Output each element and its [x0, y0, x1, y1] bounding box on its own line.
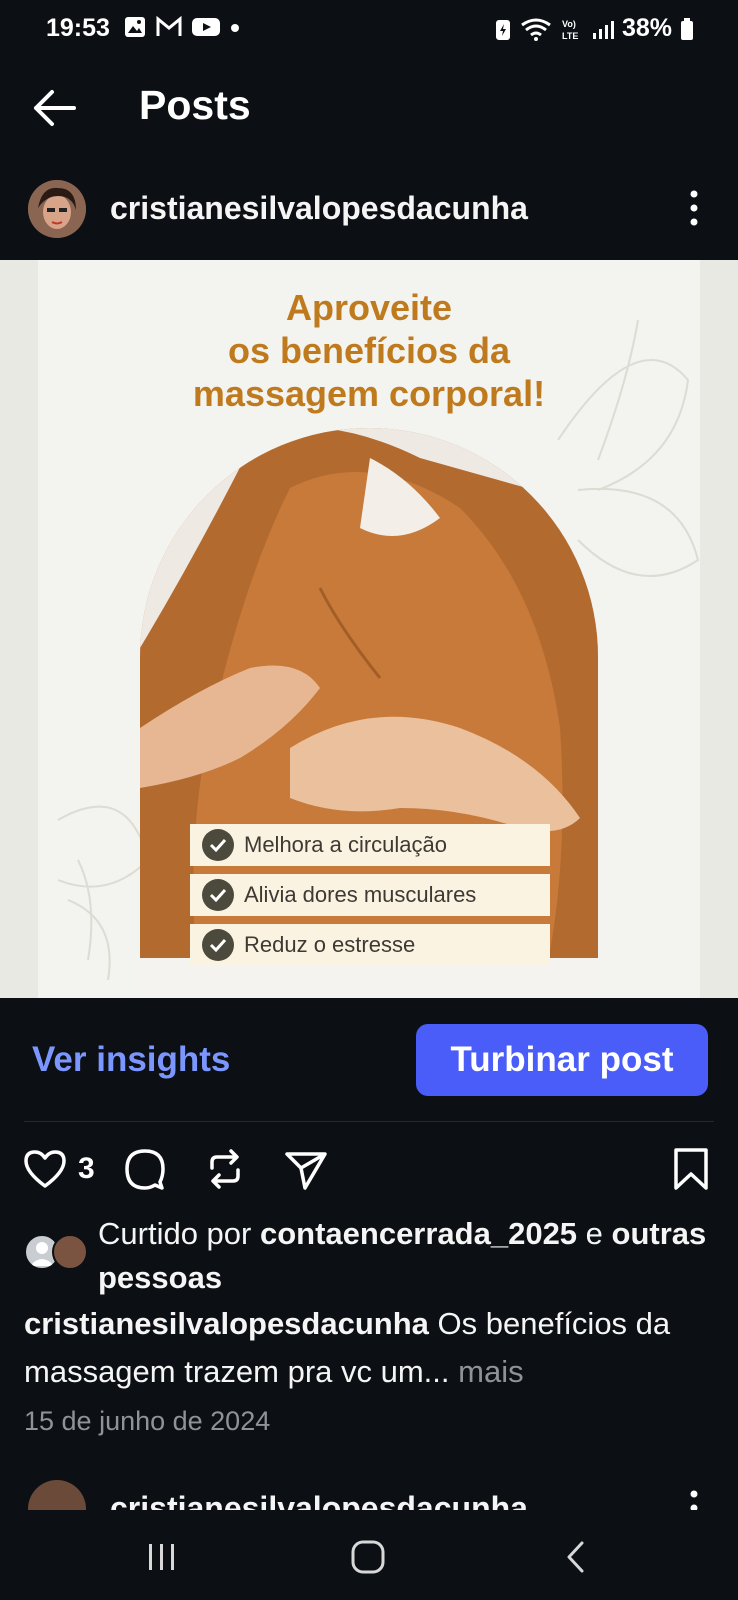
send-icon: [285, 1152, 327, 1190]
check-icon: [202, 829, 234, 861]
battery-level: 38%: [621, 14, 672, 42]
liked-by[interactable]: Curtido por contaencerrada_2025 e outras…: [24, 1212, 724, 1302]
benefit-item: Alivia dores musculares: [190, 874, 550, 916]
view-insights-link[interactable]: Ver insights: [32, 1040, 230, 1080]
next-post-header: cristianesilvalopesdacunha: [0, 1480, 738, 1510]
system-navigation-bar: [0, 1510, 738, 1600]
status-time: 19:53: [46, 14, 110, 42]
more-options-button[interactable]: [686, 1488, 702, 1510]
gmail-icon: [156, 16, 182, 36]
bookmark-icon: [674, 1148, 708, 1190]
save-button[interactable]: [668, 1146, 714, 1192]
heart-icon: [24, 1150, 66, 1188]
home-button[interactable]: [338, 1532, 398, 1582]
battery-saver-icon: [495, 19, 510, 40]
like-button[interactable]: [22, 1146, 68, 1192]
divider: [24, 1121, 714, 1122]
svg-text:LTE: LTE: [562, 31, 578, 41]
like-count[interactable]: 3: [78, 1152, 95, 1186]
home-icon: [351, 1540, 385, 1574]
battery-icon: [681, 17, 693, 40]
arrow-left-icon: [34, 90, 76, 126]
liker-username[interactable]: contaencerrada_2025: [260, 1216, 577, 1251]
image-icon: [125, 17, 145, 37]
page-title: Posts: [139, 82, 251, 128]
top-bar: Posts: [0, 70, 738, 146]
recent-apps-icon: [149, 1544, 174, 1570]
more-vertical-icon: [690, 1490, 698, 1510]
benefit-item: Melhora a circulação: [190, 824, 550, 866]
avatar[interactable]: [28, 1480, 86, 1510]
comment-button[interactable]: [122, 1146, 168, 1192]
svg-text:Vo): Vo): [562, 19, 576, 29]
dot-icon: [231, 24, 239, 32]
chevron-left-icon: [567, 1541, 584, 1573]
post-username[interactable]: cristianesilvalopesdacunha: [110, 190, 528, 227]
post-artwork: Aproveite os benefícios da massagem corp…: [38, 260, 700, 998]
post-date: 15 de junho de 2024: [24, 1406, 271, 1436]
caption-username[interactable]: cristianesilvalopesdacunha: [24, 1306, 429, 1341]
signal-icon: [592, 20, 614, 39]
share-button[interactable]: [283, 1146, 329, 1192]
next-post-username[interactable]: cristianesilvalopesdacunha: [110, 1490, 528, 1510]
caption-more-link[interactable]: mais: [458, 1354, 523, 1389]
repost-icon: [210, 1149, 240, 1189]
post-image[interactable]: Aproveite os benefícios da massagem corp…: [0, 260, 738, 998]
boost-post-button[interactable]: Turbinar post: [416, 1024, 708, 1096]
back-button[interactable]: [30, 86, 78, 130]
repost-button[interactable]: [202, 1146, 248, 1192]
more-options-button[interactable]: [686, 188, 702, 228]
post-caption: cristianesilvalopesdacunha Os benefícios…: [24, 1300, 724, 1396]
more-vertical-icon: [690, 190, 698, 226]
avatar: [52, 1234, 88, 1270]
check-icon: [202, 879, 234, 911]
wifi-icon: [521, 18, 551, 41]
post-headline: Aproveite os benefícios da massagem corp…: [192, 287, 546, 414]
engagement-row: 3: [0, 1140, 738, 1198]
status-bar: 19:53 Vo) LTE 38%: [0, 0, 738, 60]
liker-avatars: [24, 1234, 88, 1274]
check-icon: [202, 929, 234, 961]
back-nav-button[interactable]: [546, 1532, 606, 1582]
post-header: cristianesilvalopesdacunha: [0, 176, 738, 246]
volte-icon: Vo) LTE: [562, 19, 578, 41]
post-actions-row: Ver insights Turbinar post: [0, 1024, 738, 1098]
comment-icon: [125, 1149, 165, 1190]
youtube-icon: [192, 18, 220, 36]
recent-apps-button[interactable]: [132, 1532, 192, 1582]
benefit-item: Reduz o estresse: [190, 924, 550, 966]
avatar[interactable]: [28, 180, 86, 238]
liked-by-text: Curtido por contaencerrada_2025 e outras…: [98, 1216, 707, 1295]
